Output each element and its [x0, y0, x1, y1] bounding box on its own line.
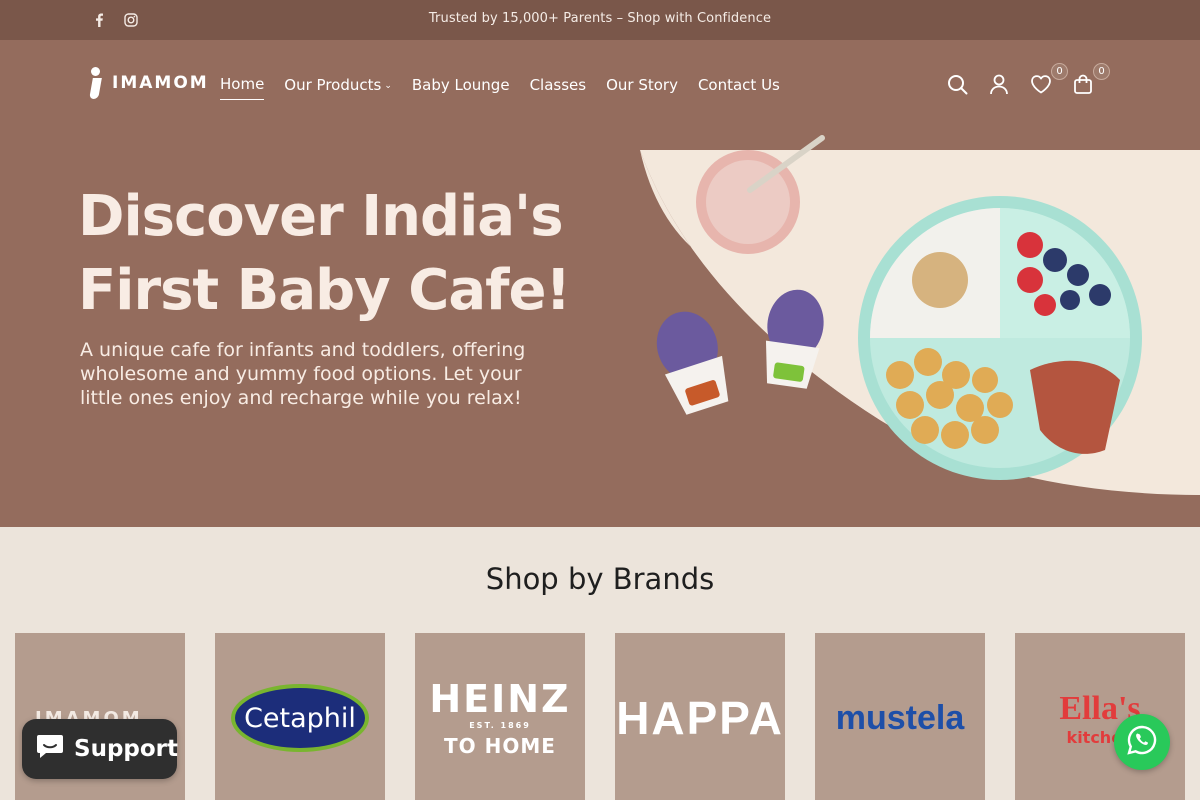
- announcement-bar: Trusted by 15,000+ Parents – Shop with C…: [0, 0, 1200, 40]
- brand-card-mustela[interactable]: mustela: [815, 633, 985, 800]
- hero-title-line2: First Baby Cafe!: [78, 258, 571, 323]
- main-nav: Home Our Products ⌄ Baby Lounge Classes O…: [220, 75, 780, 100]
- hero-description: A unique cafe for infants and toddlers, …: [80, 339, 526, 409]
- wishlist-icon[interactable]: 0: [1030, 63, 1068, 95]
- wishlist-count-badge: 0: [1051, 63, 1068, 80]
- brand-logo-heinz: HEINZ EST. 1869 TO HOME: [415, 633, 585, 800]
- site-header: IMAMOM Home Our Products ⌄ Baby Lounge Cl…: [0, 40, 1200, 130]
- brand-logo-mustela: mustela: [835, 698, 965, 737]
- brand-grid: IMAMOM Cetaphil HEINZ EST. 1869 TO HOME …: [15, 633, 1185, 800]
- nav-contact-us-label: Contact Us: [697, 75, 780, 94]
- brand-card-heinz[interactable]: HEINZ EST. 1869 TO HOME: [415, 633, 585, 800]
- nav-baby-lounge-label: Baby Lounge: [411, 75, 510, 94]
- nav-contact-us[interactable]: Contact Us: [698, 75, 780, 100]
- account-icon[interactable]: [988, 73, 1010, 95]
- logo[interactable]: IMAMOM: [88, 67, 209, 99]
- chevron-down-icon: ⌄: [384, 80, 392, 91]
- announcement-message: Trusted by 15,000+ Parents – Shop with C…: [428, 11, 772, 26]
- cart-icon[interactable]: 0: [1072, 63, 1110, 95]
- support-label: Support: [74, 736, 179, 762]
- nav-baby-lounge[interactable]: Baby Lounge: [412, 75, 510, 100]
- nav-classes-label: Classes: [529, 75, 587, 94]
- brand-card-cetaphil[interactable]: Cetaphil: [215, 633, 385, 800]
- brand-name-heinz: HEINZ: [429, 676, 571, 721]
- chat-bubble-icon: [36, 733, 64, 765]
- brand-card-ellas-kitchen[interactable]: Ella's kitchen: [1015, 633, 1185, 800]
- support-chat-button[interactable]: Support: [22, 719, 179, 779]
- nav-our-products[interactable]: Our Products ⌄: [284, 75, 392, 100]
- hero-banner[interactable]: Discover India's First Baby Cafe! A uniq…: [0, 130, 1200, 527]
- nav-classes[interactable]: Classes: [530, 75, 587, 100]
- search-icon[interactable]: [946, 73, 968, 95]
- brand-tagline-heinz: EST. 1869: [469, 720, 531, 730]
- whatsapp-icon: [1126, 724, 1158, 760]
- brand-sub-heinz: TO HOME: [444, 733, 556, 758]
- brand-name-cetaphil: Cetaphil: [244, 702, 356, 734]
- hero-title: Discover India's First Baby Cafe!: [78, 180, 598, 328]
- brand-logo-cetaphil: Cetaphil: [215, 633, 385, 800]
- nav-our-story-label: Our Story: [606, 75, 678, 94]
- brand-logo-happa: HAPPA: [616, 692, 784, 744]
- nav-our-story[interactable]: Our Story: [606, 75, 678, 100]
- cart-count-badge: 0: [1093, 63, 1110, 80]
- nav-our-products-label: Our Products: [284, 75, 382, 94]
- logo-text: IMAMOM: [112, 73, 209, 93]
- brands-heading: Shop by Brands: [485, 562, 715, 596]
- hero-food-illustration: [640, 135, 1200, 495]
- brand-card-happa[interactable]: HAPPA: [615, 633, 785, 800]
- logo-mark-icon: [88, 67, 102, 99]
- whatsapp-button[interactable]: [1114, 714, 1170, 770]
- nav-home[interactable]: Home: [220, 75, 265, 100]
- brand-logo-ellas-kitchen: Ella's kitchen: [1015, 633, 1185, 800]
- header-actions: 0 0: [946, 63, 1110, 95]
- hero-title-line1: Discover India's: [78, 184, 564, 249]
- nav-home-label: Home: [220, 75, 265, 93]
